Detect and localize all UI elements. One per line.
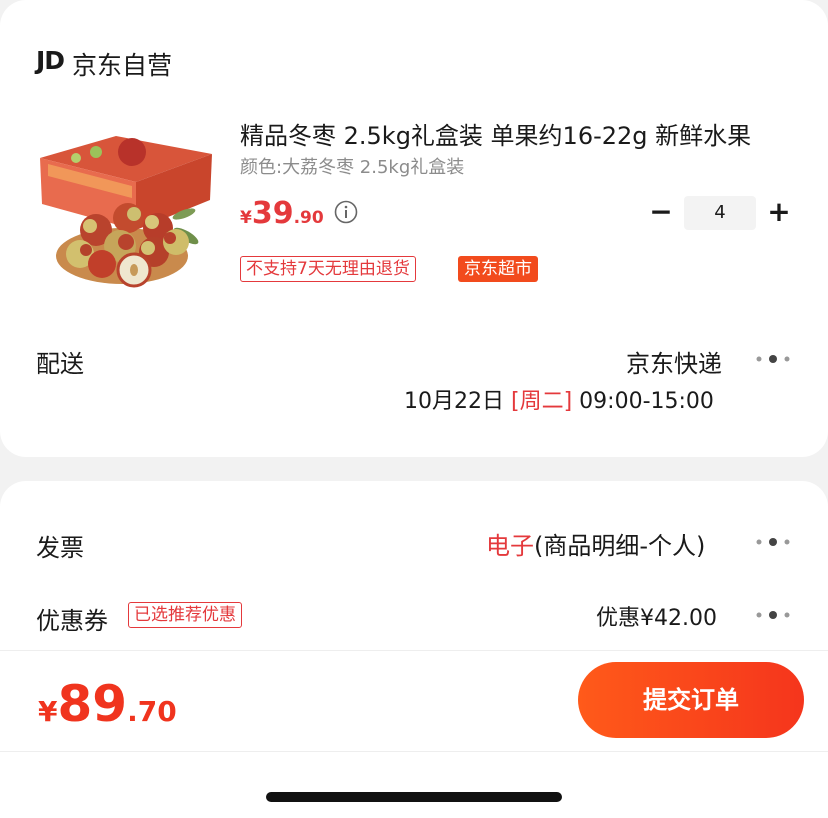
coupon-label: 优惠券 [36, 607, 108, 635]
price-integer: 39 [251, 196, 294, 231]
quantity-decrease-button[interactable]: − [648, 196, 674, 230]
delivery-time[interactable]: 10月22日 [周二] 09:00-15:00 [404, 383, 714, 415]
submit-order-button[interactable]: 提交订单 [578, 662, 804, 738]
invoice-value[interactable]: 电子(商品明细-个人) [486, 526, 705, 561]
jd-supermarket-tag: 京东超市 [458, 256, 538, 282]
total-decimal: .70 [127, 695, 177, 728]
more-dots-icon[interactable] [755, 608, 791, 622]
invoice-type: 电子 [486, 532, 534, 560]
product-price: ¥39.90 [240, 196, 324, 231]
invoice-label: 发票 [36, 534, 84, 562]
quantity-increase-button[interactable]: + [766, 196, 792, 230]
delivery-date: 10月22日 [404, 389, 504, 414]
product-image[interactable] [36, 118, 216, 298]
price-decimal: .90 [293, 208, 324, 228]
quantity-input[interactable]: 4 [684, 196, 756, 230]
product-variant: 颜色:大荔冬枣 2.5kg礼盒装 [240, 157, 465, 178]
more-dots-icon[interactable] [755, 352, 791, 366]
total-integer: 89 [57, 675, 128, 733]
more-dots-icon[interactable] [755, 535, 791, 549]
coupon-value[interactable]: 优惠¥42.00 [596, 600, 717, 632]
no-return-tag: 不支持7天无理由退货 [240, 256, 416, 282]
delivery-label: 配送 [36, 350, 84, 378]
delivery-method[interactable]: 京东快递 [626, 344, 722, 379]
delivery-weekday: [周二] [511, 389, 573, 414]
coupon-recommended-tag: 已选推荐优惠 [128, 602, 242, 628]
product-title[interactable]: 精品冬枣 2.5kg礼盒装 单果约16-22g 新鲜水果 [240, 116, 780, 151]
info-icon[interactable] [334, 200, 358, 224]
jd-logo: JD [36, 46, 65, 75]
store-name[interactable]: 京东自营 [72, 46, 172, 82]
home-indicator[interactable] [266, 792, 562, 802]
total-currency: ¥ [38, 695, 58, 728]
total-price: ¥89.70 [38, 675, 177, 733]
price-currency: ¥ [240, 208, 252, 228]
invoice-detail: (商品明细-个人) [534, 532, 706, 560]
delivery-time-window: 09:00-15:00 [579, 389, 714, 414]
